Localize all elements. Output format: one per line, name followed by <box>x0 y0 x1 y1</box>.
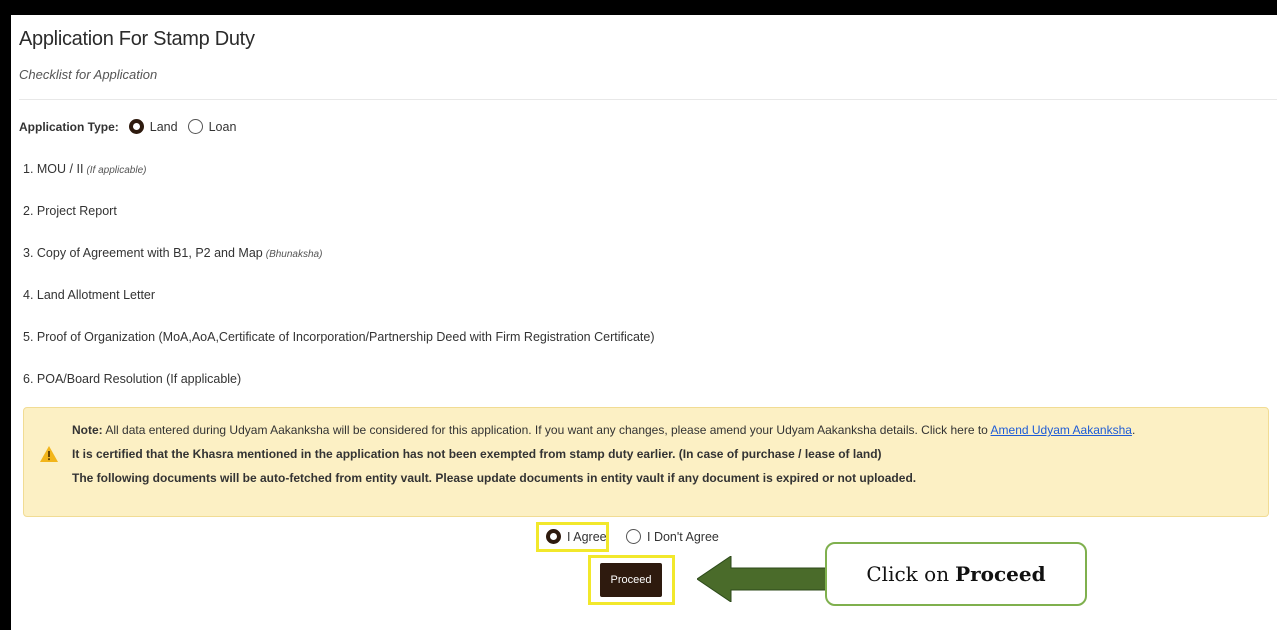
checklist-item-text: 2. Project Report <box>23 204 117 218</box>
instruction-callout: Click on Proceed <box>825 542 1087 606</box>
left-arrow-icon <box>697 556 827 602</box>
radio-land[interactable] <box>128 119 144 134</box>
application-type-loan[interactable]: Loan <box>187 119 237 134</box>
checklist-item-hint: (If applicable) <box>86 165 147 176</box>
note-label: Note: <box>72 423 103 437</box>
radio-loan-label: Loan <box>208 119 237 134</box>
checklist-item: 2. Project Report <box>23 204 117 218</box>
amend-udyam-aakanksha-link[interactable]: Amend Udyam Aakanksha <box>991 423 1132 437</box>
radio-loan[interactable] <box>187 119 203 134</box>
autofetch-statement: The following documents will be auto-fet… <box>72 471 916 485</box>
radio-dont-agree[interactable] <box>626 529 641 544</box>
checklist-item-text: 4. Land Allotment Letter <box>23 288 156 302</box>
application-type-label: Application Type: <box>19 119 119 134</box>
page-title: Application For Stamp Duty <box>19 28 255 50</box>
dont-agree-label: I Don't Agree <box>647 529 719 544</box>
note-text: Note: All data entered during Udyam Aaka… <box>72 423 1135 437</box>
note-box: Note: All data entered during Udyam Aaka… <box>23 407 1269 517</box>
note-link-suffix: . <box>1131 423 1136 437</box>
application-type-group: Application Type: Land Loan <box>19 119 246 134</box>
callout-prefix: Click on <box>866 562 950 586</box>
screenshot-frame: Application For Stamp Duty Checklist for… <box>0 0 1277 630</box>
checklist-item: 5. Proof of Organization (MoA,AoA,Certif… <box>23 330 655 344</box>
divider <box>19 99 1277 100</box>
warning-icon <box>40 446 58 462</box>
autofetch-text: The following documents will be auto-fet… <box>72 471 917 485</box>
proceed-button[interactable]: Proceed <box>600 563 662 597</box>
agree-option[interactable]: I Agree <box>546 529 607 544</box>
agree-label: I Agree <box>567 529 607 544</box>
radio-agree[interactable] <box>546 529 561 544</box>
note-body: All data entered during Udyam Aakanksha … <box>105 423 988 437</box>
page-subtitle: Checklist for Application <box>19 67 158 82</box>
checklist-item-text: 6. POA/Board Resolution (If applicable) <box>23 372 242 386</box>
checklist-item: 3. Copy of Agreement with B1, P2 and Map… <box>23 246 322 260</box>
radio-land-label: Land <box>149 119 178 134</box>
checklist-item: 1. MOU / II (If applicable) <box>23 162 146 176</box>
checklist-item: 6. POA/Board Resolution (If applicable) <box>23 372 241 386</box>
dont-agree-option[interactable]: I Don't Agree <box>626 529 719 544</box>
callout-emphasis: Proceed <box>955 562 1046 586</box>
certified-statement: It is certified that the Khasra mentione… <box>72 447 882 461</box>
checklist-item: 4. Land Allotment Letter <box>23 288 155 302</box>
certified-text: It is certified that the Khasra mentione… <box>72 447 882 461</box>
checklist-item-text: 3. Copy of Agreement with B1, P2 and Map <box>23 246 263 260</box>
checklist-item-text: 5. Proof of Organization (MoA,AoA,Certif… <box>23 330 655 344</box>
application-type-land[interactable]: Land <box>128 119 178 134</box>
checklist-item-hint: (Bhunaksha) <box>265 249 323 260</box>
checklist-item-text: 1. MOU / II <box>23 162 84 176</box>
